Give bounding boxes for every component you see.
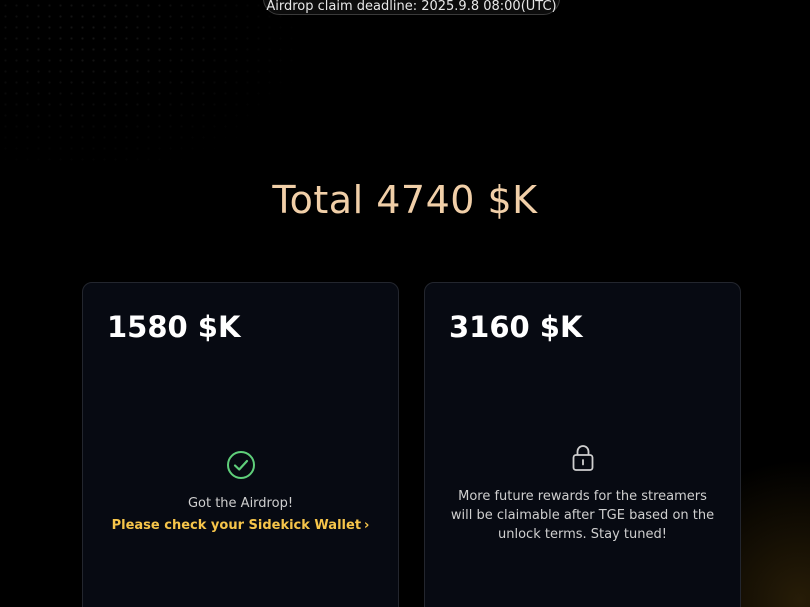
total-amount: Total 4740 $K [272, 178, 538, 222]
page: Airdrop claim deadline: 2025.9.8 08:00(U… [0, 0, 810, 607]
deadline-banner: Airdrop claim deadline: 2025.9.8 08:00(U… [263, 0, 560, 15]
claimed-card: 1580 $K Got the Airdrop! Please check yo… [82, 282, 399, 607]
sidekick-wallet-link[interactable]: Please check your Sidekick Wallet › [83, 518, 398, 533]
claimed-amount: 1580 $K [107, 310, 241, 344]
sidekick-wallet-link-label: Please check your Sidekick Wallet [111, 518, 362, 533]
future-rewards-text: More future rewards for the streamers wi… [450, 489, 715, 542]
claimed-status: Got the Airdrop! [187, 496, 294, 511]
future-amount: 3160 $K [449, 310, 583, 344]
check-circle-icon [226, 450, 256, 484]
future-rewards-card: 3160 $K More future rewards for the stre… [424, 282, 741, 607]
deadline-text: Airdrop claim deadline: 2025.9.8 08:00(U… [266, 0, 557, 14]
lock-icon [570, 443, 596, 477]
future-card-body: More future rewards for the streamers wi… [425, 443, 740, 544]
chevron-right-icon: › [364, 518, 370, 533]
dotted-background [0, 0, 300, 170]
claimed-card-body: Got the Airdrop! Please check your Sidek… [83, 450, 398, 533]
